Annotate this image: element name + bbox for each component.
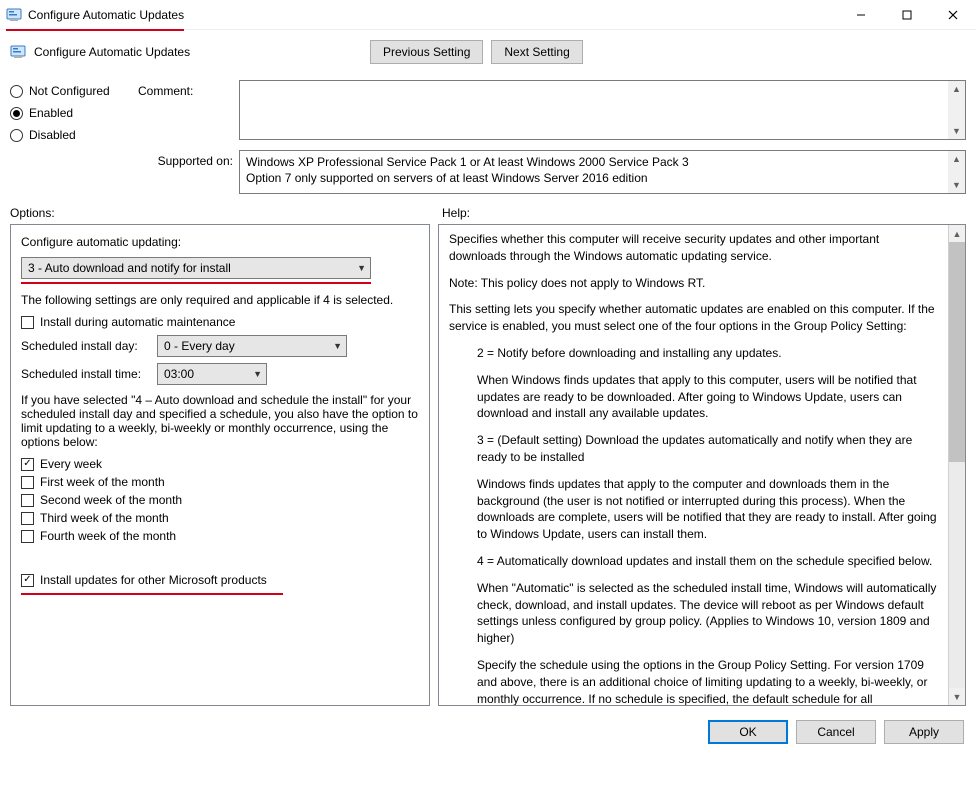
radio-icon [10, 85, 23, 98]
checkbox-first-week[interactable]: First week of the month [21, 475, 419, 489]
checkbox-third-week[interactable]: Third week of the month [21, 511, 419, 525]
checkbox-label: Install during automatic maintenance [40, 315, 235, 329]
checkbox-icon [21, 458, 34, 471]
options-pane: Configure automatic updating: 3 - Auto d… [10, 224, 430, 706]
chevron-down-icon: ▼ [333, 341, 342, 351]
checkbox-label: Install updates for other Microsoft prod… [40, 573, 267, 587]
checkbox-label: Third week of the month [40, 511, 169, 525]
checkbox-icon [21, 530, 34, 543]
cancel-button[interactable]: Cancel [796, 720, 876, 744]
checkbox-label: Second week of the month [40, 493, 182, 507]
checkbox-icon [21, 476, 34, 489]
scheduled-time-label: Scheduled install time: [21, 367, 151, 381]
radio-label: Enabled [29, 106, 73, 120]
column-headers: Options: Help: [0, 200, 976, 224]
header: Configure Automatic Updates Previous Set… [0, 30, 976, 74]
dropdown-value: 03:00 [164, 367, 194, 381]
minimize-button[interactable] [838, 0, 884, 30]
window-caption-buttons [838, 0, 976, 30]
maximize-button[interactable] [884, 0, 930, 30]
checkbox-other-ms-products[interactable]: Install updates for other Microsoft prod… [21, 573, 419, 587]
configure-updating-dropdown[interactable]: 3 - Auto download and notify for install… [21, 257, 371, 279]
help-text: Note: This policy does not apply to Wind… [449, 275, 938, 292]
scroll-down-icon[interactable]: ▼ [949, 688, 965, 705]
dialog-footer: OK Cancel Apply [0, 714, 976, 754]
configure-updating-label: Configure automatic updating: [21, 235, 419, 249]
checkbox-every-week[interactable]: Every week [21, 457, 419, 471]
radio-label: Not Configured [29, 84, 110, 98]
scroll-up-icon[interactable]: ▲ [949, 225, 965, 242]
help-text: 3 = (Default setting) Download the updat… [449, 432, 938, 466]
scroll-thumb[interactable] [949, 242, 965, 462]
checkbox-fourth-week[interactable]: Fourth week of the month [21, 529, 419, 543]
radio-not-configured[interactable]: Not Configured [10, 84, 128, 98]
scheduled-day-dropdown[interactable]: 0 - Every day ▼ [157, 335, 347, 357]
window-title: Configure Automatic Updates [28, 8, 184, 22]
chevron-down-icon: ▼ [253, 369, 262, 379]
scheduled-day-label: Scheduled install day: [21, 339, 151, 353]
radio-icon [10, 107, 23, 120]
help-pane: Specifies whether this computer will rec… [438, 224, 966, 706]
help-text: When "Automatic" is selected as the sche… [449, 580, 938, 647]
comment-textarea[interactable]: ▲▼ [239, 80, 966, 140]
radio-enabled[interactable]: Enabled [10, 106, 128, 120]
checkbox-label: First week of the month [40, 475, 165, 489]
scheduled-time-dropdown[interactable]: 03:00 ▼ [157, 363, 267, 385]
radio-label: Disabled [29, 128, 76, 142]
help-text: This setting lets you specify whether au… [449, 301, 938, 335]
supported-label: Supported on: [138, 150, 233, 194]
scrollbar[interactable]: ▲▼ [948, 81, 965, 139]
state-radios: Not Configured Enabled Disabled [10, 80, 128, 194]
checkbox-label: Fourth week of the month [40, 529, 176, 543]
checkbox-second-week[interactable]: Second week of the month [21, 493, 419, 507]
state-comment-area: Not Configured Enabled Disabled Comment:… [0, 74, 976, 200]
supported-line: Windows XP Professional Service Pack 1 o… [246, 154, 947, 170]
checkbox-install-during-maintenance[interactable]: Install during automatic maintenance [21, 315, 419, 329]
help-column-label: Help: [442, 206, 470, 220]
checkbox-icon [21, 512, 34, 525]
checkbox-label: Every week [40, 457, 102, 471]
options-note: The following settings are only required… [21, 293, 419, 307]
scrollbar[interactable]: ▲▼ [948, 151, 965, 193]
help-text: 4 = Automatically download updates and i… [449, 553, 938, 570]
radio-icon [10, 129, 23, 142]
help-text: When Windows finds updates that apply to… [449, 372, 938, 422]
ok-button[interactable]: OK [708, 720, 788, 744]
chevron-down-icon: ▼ [357, 263, 366, 273]
help-text: Specifies whether this computer will rec… [449, 231, 938, 265]
scrollbar[interactable]: ▲ ▼ [948, 225, 965, 705]
setting-name: Configure Automatic Updates [34, 45, 190, 59]
title-bar: Configure Automatic Updates [0, 0, 976, 30]
supported-on-box: Windows XP Professional Service Pack 1 o… [239, 150, 966, 194]
limit-occurrence-text: If you have selected "4 – Auto download … [21, 393, 419, 449]
checkbox-icon [21, 494, 34, 507]
policy-icon [10, 44, 26, 60]
help-text: Specify the schedule using the options i… [449, 657, 938, 705]
previous-setting-button[interactable]: Previous Setting [370, 40, 483, 64]
apply-button[interactable]: Apply [884, 720, 964, 744]
checkbox-icon [21, 574, 34, 587]
policy-icon [6, 7, 22, 23]
comment-label: Comment: [138, 80, 233, 140]
checkbox-icon [21, 316, 34, 329]
next-setting-button[interactable]: Next Setting [491, 40, 582, 64]
help-text: Windows finds updates that apply to the … [449, 476, 938, 543]
dropdown-value: 0 - Every day [164, 339, 235, 353]
help-text: 2 = Notify before downloading and instal… [449, 345, 938, 362]
options-column-label: Options: [10, 206, 442, 220]
radio-disabled[interactable]: Disabled [10, 128, 128, 142]
close-button[interactable] [930, 0, 976, 30]
dropdown-value: 3 - Auto download and notify for install [28, 261, 231, 275]
supported-line: Option 7 only supported on servers of at… [246, 170, 947, 186]
